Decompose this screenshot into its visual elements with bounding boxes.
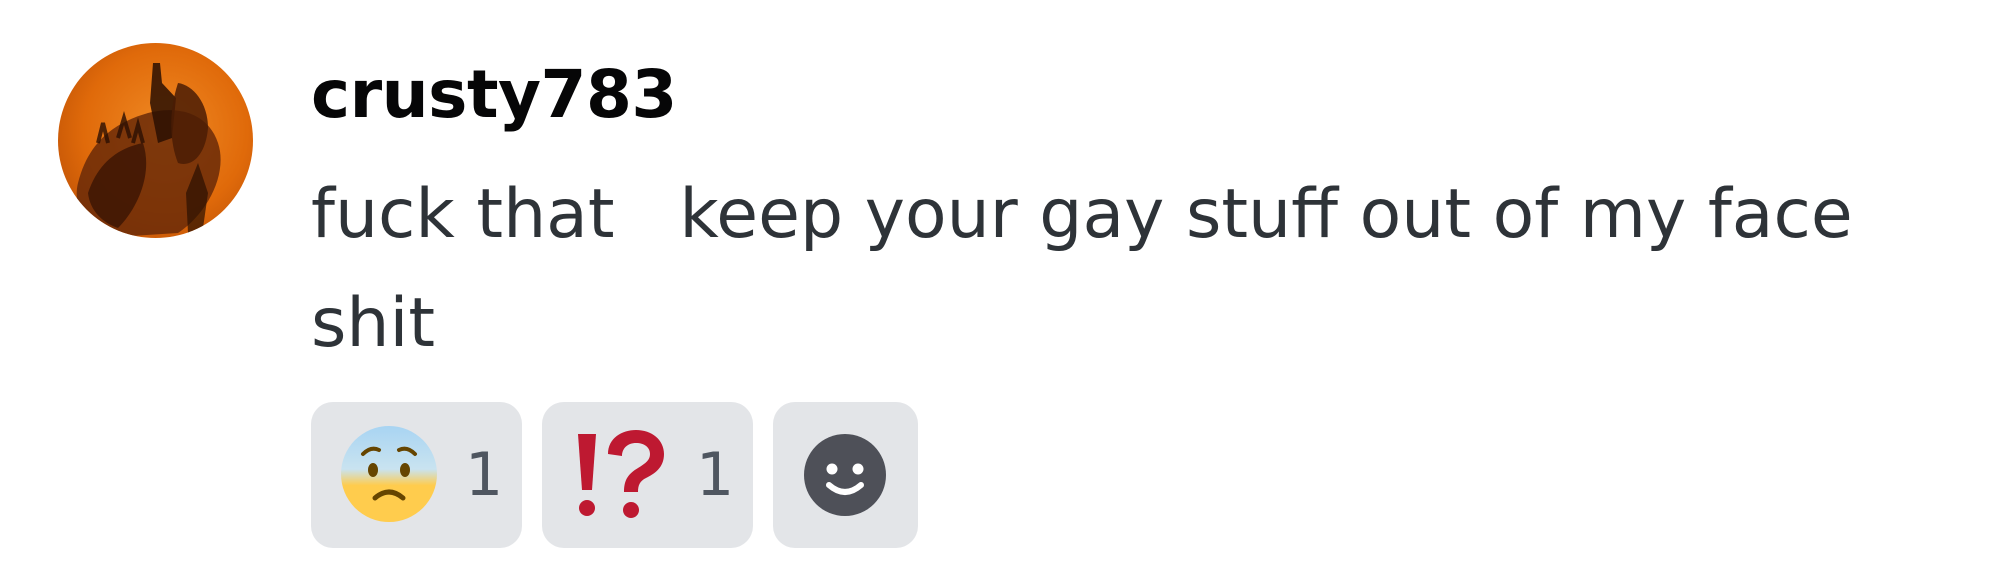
avatar-image — [58, 43, 253, 238]
chat-message: crusty783 fuck that keep your gay stuff … — [0, 0, 2000, 565]
message-content: fuck that keep your gay stuff out of my … — [311, 175, 1875, 363]
anxious-face-with-sweat-icon — [339, 424, 439, 524]
user-avatar[interactable] — [58, 43, 253, 238]
reaction-count: 1 — [465, 440, 504, 510]
reaction-anxious-face[interactable]: 1 — [311, 402, 522, 548]
exclamation-question-mark-icon — [570, 424, 670, 524]
smiley-add-reaction-icon — [795, 425, 895, 525]
message-author[interactable]: crusty783 — [311, 55, 677, 135]
reaction-count: 1 — [696, 440, 735, 510]
reaction-exclamation-question[interactable]: 1 — [542, 402, 753, 548]
add-reaction-button[interactable] — [773, 402, 918, 548]
